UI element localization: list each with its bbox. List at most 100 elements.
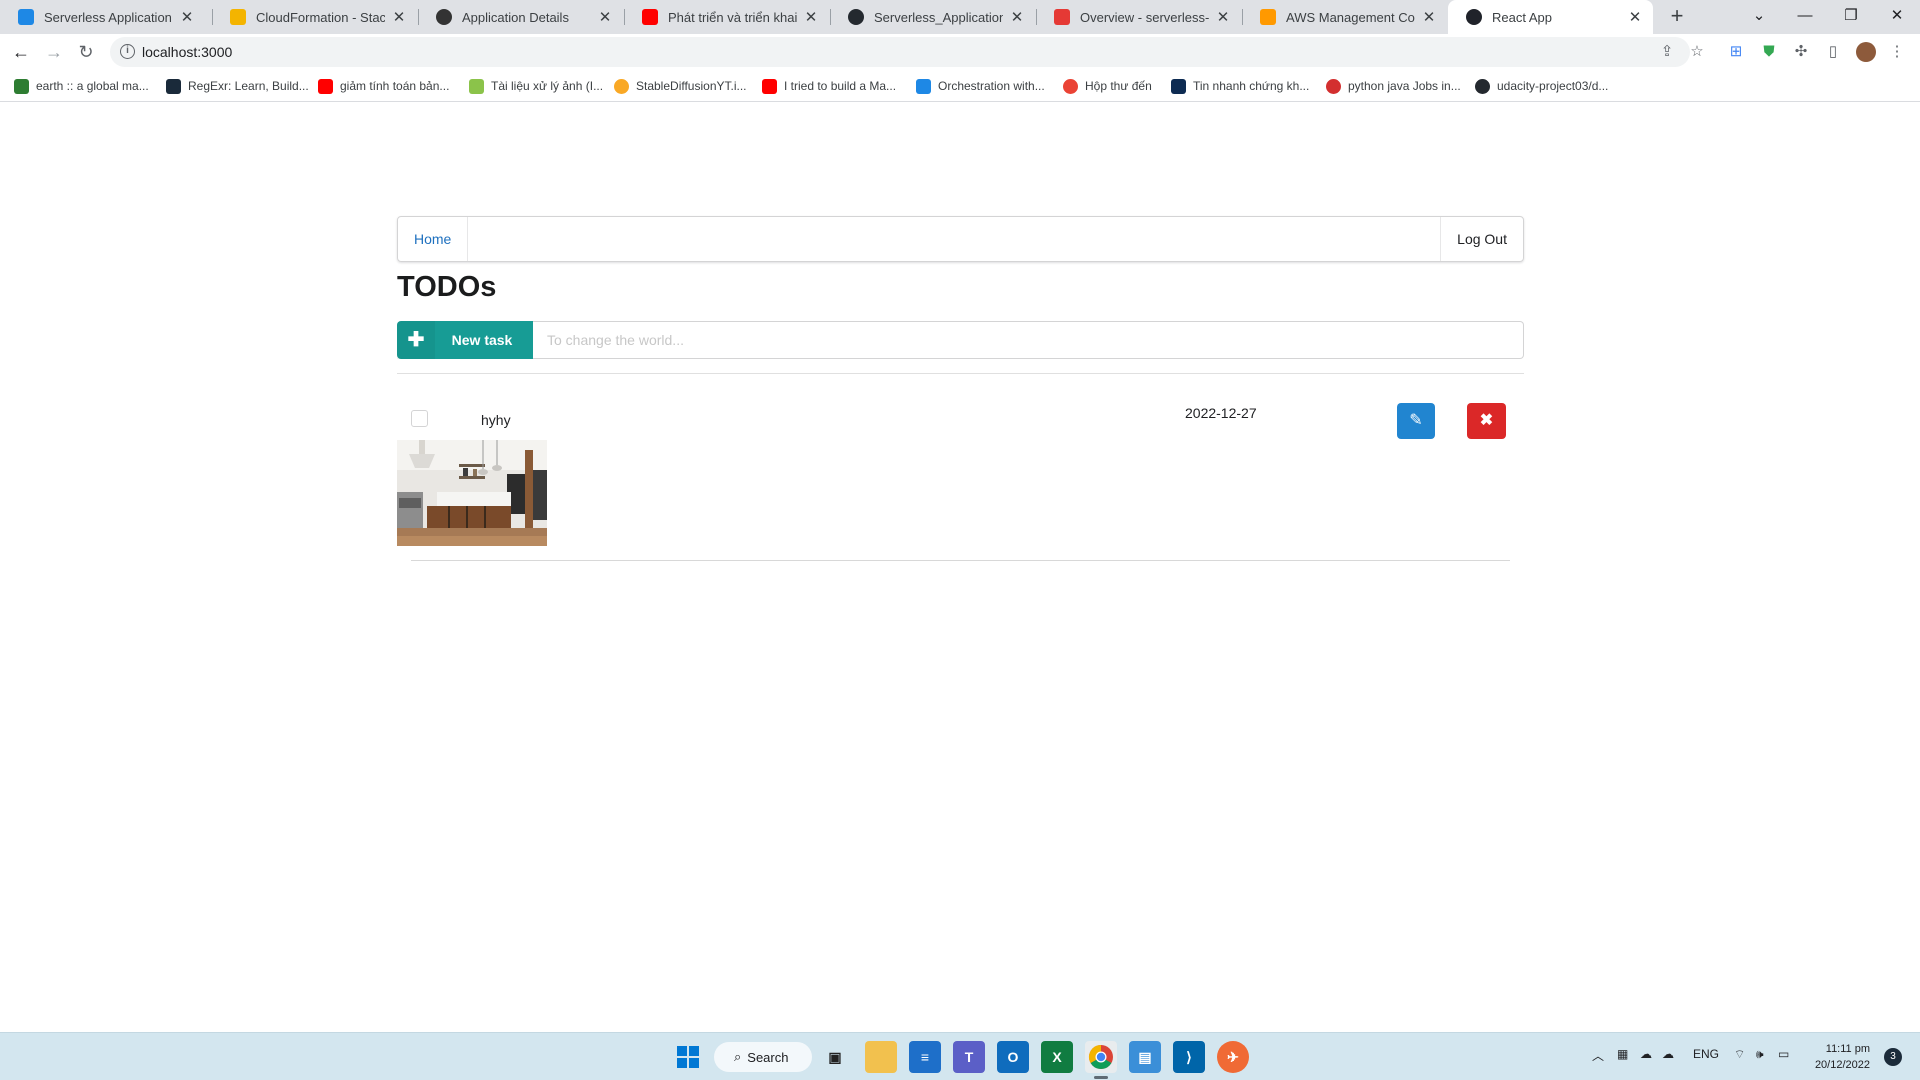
windows-taskbar: ⌕ Search ▣ ≡ T O X ▤ ⟩ ✈ ︿ ▦ ☁ ☁ ENG ⌔ 🕪… bbox=[0, 1032, 1920, 1080]
close-tab-icon[interactable]: ✕ bbox=[179, 8, 195, 26]
home-link[interactable]: Home bbox=[398, 217, 469, 261]
bookmark-item[interactable]: udacity-project03/d... bbox=[1475, 76, 1608, 96]
remote-desktop-icon[interactable]: ▤ bbox=[1129, 1041, 1161, 1073]
search-icon: ⌕ bbox=[734, 1049, 742, 1064]
back-icon[interactable]: ← bbox=[9, 41, 33, 63]
divider bbox=[411, 560, 1510, 561]
bookmark-item[interactable]: Hộp thư đến bbox=[1063, 76, 1152, 96]
clock-date: 20/12/2022 bbox=[1814, 1059, 1870, 1071]
bookmark-item[interactable]: I tried to build a Ma... bbox=[762, 76, 896, 96]
browser-tab[interactable]: Application Details ✕ bbox=[418, 0, 623, 34]
new-task-input[interactable] bbox=[533, 321, 1524, 359]
tray-app-icon[interactable]: ▦ bbox=[1617, 1047, 1628, 1061]
chevron-up-icon[interactable]: ︿ bbox=[1592, 1047, 1604, 1064]
teams-icon[interactable]: T bbox=[953, 1041, 985, 1073]
bookmark-item[interactable]: python java Jobs in... bbox=[1326, 76, 1461, 96]
top-menu: Home Log Out bbox=[397, 216, 1524, 262]
browser-tab[interactable]: CloudFormation - Stack se ✕ bbox=[212, 0, 417, 34]
browser-tab[interactable]: AWS Management Console ✕ bbox=[1242, 0, 1447, 34]
bookmark-item[interactable]: earth :: a global ma... bbox=[14, 76, 149, 96]
site-info-icon[interactable]: i bbox=[120, 44, 135, 59]
language-indicator[interactable]: ENG bbox=[1693, 1047, 1719, 1061]
taskbar-search[interactable]: ⌕ Search bbox=[714, 1042, 812, 1072]
close-tab-icon[interactable]: ✕ bbox=[1421, 8, 1437, 26]
github-favicon-icon bbox=[848, 9, 864, 25]
bookmark-item[interactable]: StableDiffusionYT.i... bbox=[614, 76, 747, 96]
udacity-favicon-icon bbox=[18, 9, 34, 25]
bookmark-icon bbox=[1171, 78, 1186, 94]
page-title: TODOs bbox=[397, 271, 497, 303]
close-tab-icon[interactable]: ✕ bbox=[1627, 8, 1643, 26]
bookmark-item[interactable]: RegExr: Learn, Build... bbox=[166, 76, 309, 96]
outlook-icon[interactable]: O bbox=[997, 1041, 1029, 1073]
udacity-icon bbox=[916, 78, 931, 94]
tab-title: Phát triển và triển khai ứng bbox=[668, 9, 797, 25]
excel-icon[interactable]: X bbox=[1041, 1041, 1073, 1073]
close-tab-icon[interactable]: ✕ bbox=[391, 8, 407, 26]
bookmark-item[interactable]: Tài liệu xử lý ảnh (I... bbox=[469, 76, 603, 96]
browser-tab[interactable]: Phát triển và triển khai ứng ✕ bbox=[624, 0, 829, 34]
onedrive-icon[interactable]: ☁ bbox=[1640, 1047, 1652, 1061]
bookmark-item[interactable]: giảm tính toán bản... bbox=[318, 76, 449, 96]
bookmark-icon bbox=[469, 78, 484, 94]
new-task-button[interactable]: ✚ New task bbox=[397, 321, 533, 359]
forward-icon[interactable]: → bbox=[42, 41, 66, 63]
minimize-button[interactable]: — bbox=[1782, 0, 1828, 34]
browser-tab[interactable]: Serverless_Application_Pro ✕ bbox=[830, 0, 1035, 34]
close-tab-icon[interactable]: ✕ bbox=[803, 8, 819, 26]
delete-todo-button[interactable]: ✖ bbox=[1467, 403, 1506, 439]
youtube-icon bbox=[762, 78, 777, 94]
browser-toolbar: ← → ↻ i localhost:3000 ⇪ ☆ ⊞ ⛊ ✣ ▯ ⋮ bbox=[0, 34, 1920, 70]
reload-icon[interactable]: ↻ bbox=[74, 41, 98, 63]
browser-tab[interactable]: Serverless Application ✕ bbox=[0, 0, 205, 34]
bookmark-star-icon[interactable]: ☆ bbox=[1687, 42, 1707, 62]
tab-title: Serverless Application bbox=[44, 9, 172, 25]
close-tab-icon[interactable]: ✕ bbox=[1215, 8, 1231, 26]
share-icon[interactable]: ⇪ bbox=[1657, 42, 1677, 62]
windows-start-icon[interactable] bbox=[672, 1041, 704, 1073]
profile-avatar[interactable] bbox=[1856, 42, 1876, 62]
menu-icon[interactable]: ⋮ bbox=[1887, 42, 1907, 62]
bookmark-icon bbox=[14, 78, 29, 94]
address-bar[interactable]: i localhost:3000 ⇪ bbox=[110, 37, 1690, 67]
page-content: Home Log Out TODOs ✚ New task hyhy 2022-… bbox=[0, 103, 1920, 1032]
youtube-icon bbox=[318, 78, 333, 94]
close-window-button[interactable]: ✕ bbox=[1874, 0, 1920, 34]
shield-icon[interactable]: ⛊ bbox=[1759, 42, 1779, 62]
todo-attachment-image bbox=[397, 440, 547, 546]
restore-button[interactable]: ❐ bbox=[1828, 0, 1874, 34]
task-view-icon[interactable]: ▣ bbox=[819, 1041, 851, 1073]
battery-icon[interactable]: ▭ bbox=[1778, 1047, 1789, 1061]
logout-link[interactable]: Log Out bbox=[1440, 217, 1523, 261]
edit-todo-button[interactable]: ✎ bbox=[1397, 403, 1435, 439]
file-explorer-icon[interactable] bbox=[865, 1041, 897, 1073]
notification-badge[interactable]: 3 bbox=[1884, 1048, 1902, 1066]
bookmark-item[interactable]: Tin nhanh chứng kh... bbox=[1171, 76, 1309, 96]
taskbar-clock[interactable]: 11:11 pm 20/12/2022 bbox=[1806, 1041, 1870, 1073]
plus-icon: ✚ bbox=[397, 321, 435, 359]
vscode-icon[interactable]: ⟩ bbox=[1173, 1041, 1205, 1073]
new-tab-button[interactable]: + bbox=[1664, 4, 1690, 30]
close-tab-icon[interactable]: ✕ bbox=[1009, 8, 1025, 26]
browser-tab-active[interactable]: React App ✕ bbox=[1448, 0, 1653, 34]
browser-tab[interactable]: Overview - serverless-udac ✕ bbox=[1036, 0, 1241, 34]
close-tab-icon[interactable]: ✕ bbox=[597, 8, 613, 26]
url-text[interactable]: localhost:3000 bbox=[142, 44, 232, 60]
bookmark-icon bbox=[1326, 78, 1341, 94]
wifi-icon[interactable]: ⌔ bbox=[1734, 1047, 1745, 1062]
postman-icon[interactable]: ✈ bbox=[1217, 1041, 1249, 1073]
chrome-icon[interactable] bbox=[1085, 1041, 1117, 1073]
translate-icon[interactable]: ⊞ bbox=[1726, 42, 1746, 62]
cloud-icon[interactable]: ☁ bbox=[1662, 1047, 1674, 1061]
extensions-icon[interactable]: ✣ bbox=[1791, 42, 1811, 62]
todo-done-checkbox[interactable] bbox=[411, 410, 428, 427]
mail-icon bbox=[1063, 78, 1078, 94]
search-label: Search bbox=[747, 1049, 789, 1065]
volume-icon[interactable]: 🕪 bbox=[1756, 1047, 1764, 1062]
notepad-icon[interactable]: ≡ bbox=[909, 1041, 941, 1073]
todo-name: hyhy bbox=[481, 412, 511, 428]
tab-search-icon[interactable]: ⌄ bbox=[1736, 0, 1782, 34]
side-panel-icon[interactable]: ▯ bbox=[1823, 42, 1843, 62]
bookmark-item[interactable]: Orchestration with... bbox=[916, 76, 1045, 96]
tab-title: CloudFormation - Stack se bbox=[256, 9, 385, 25]
